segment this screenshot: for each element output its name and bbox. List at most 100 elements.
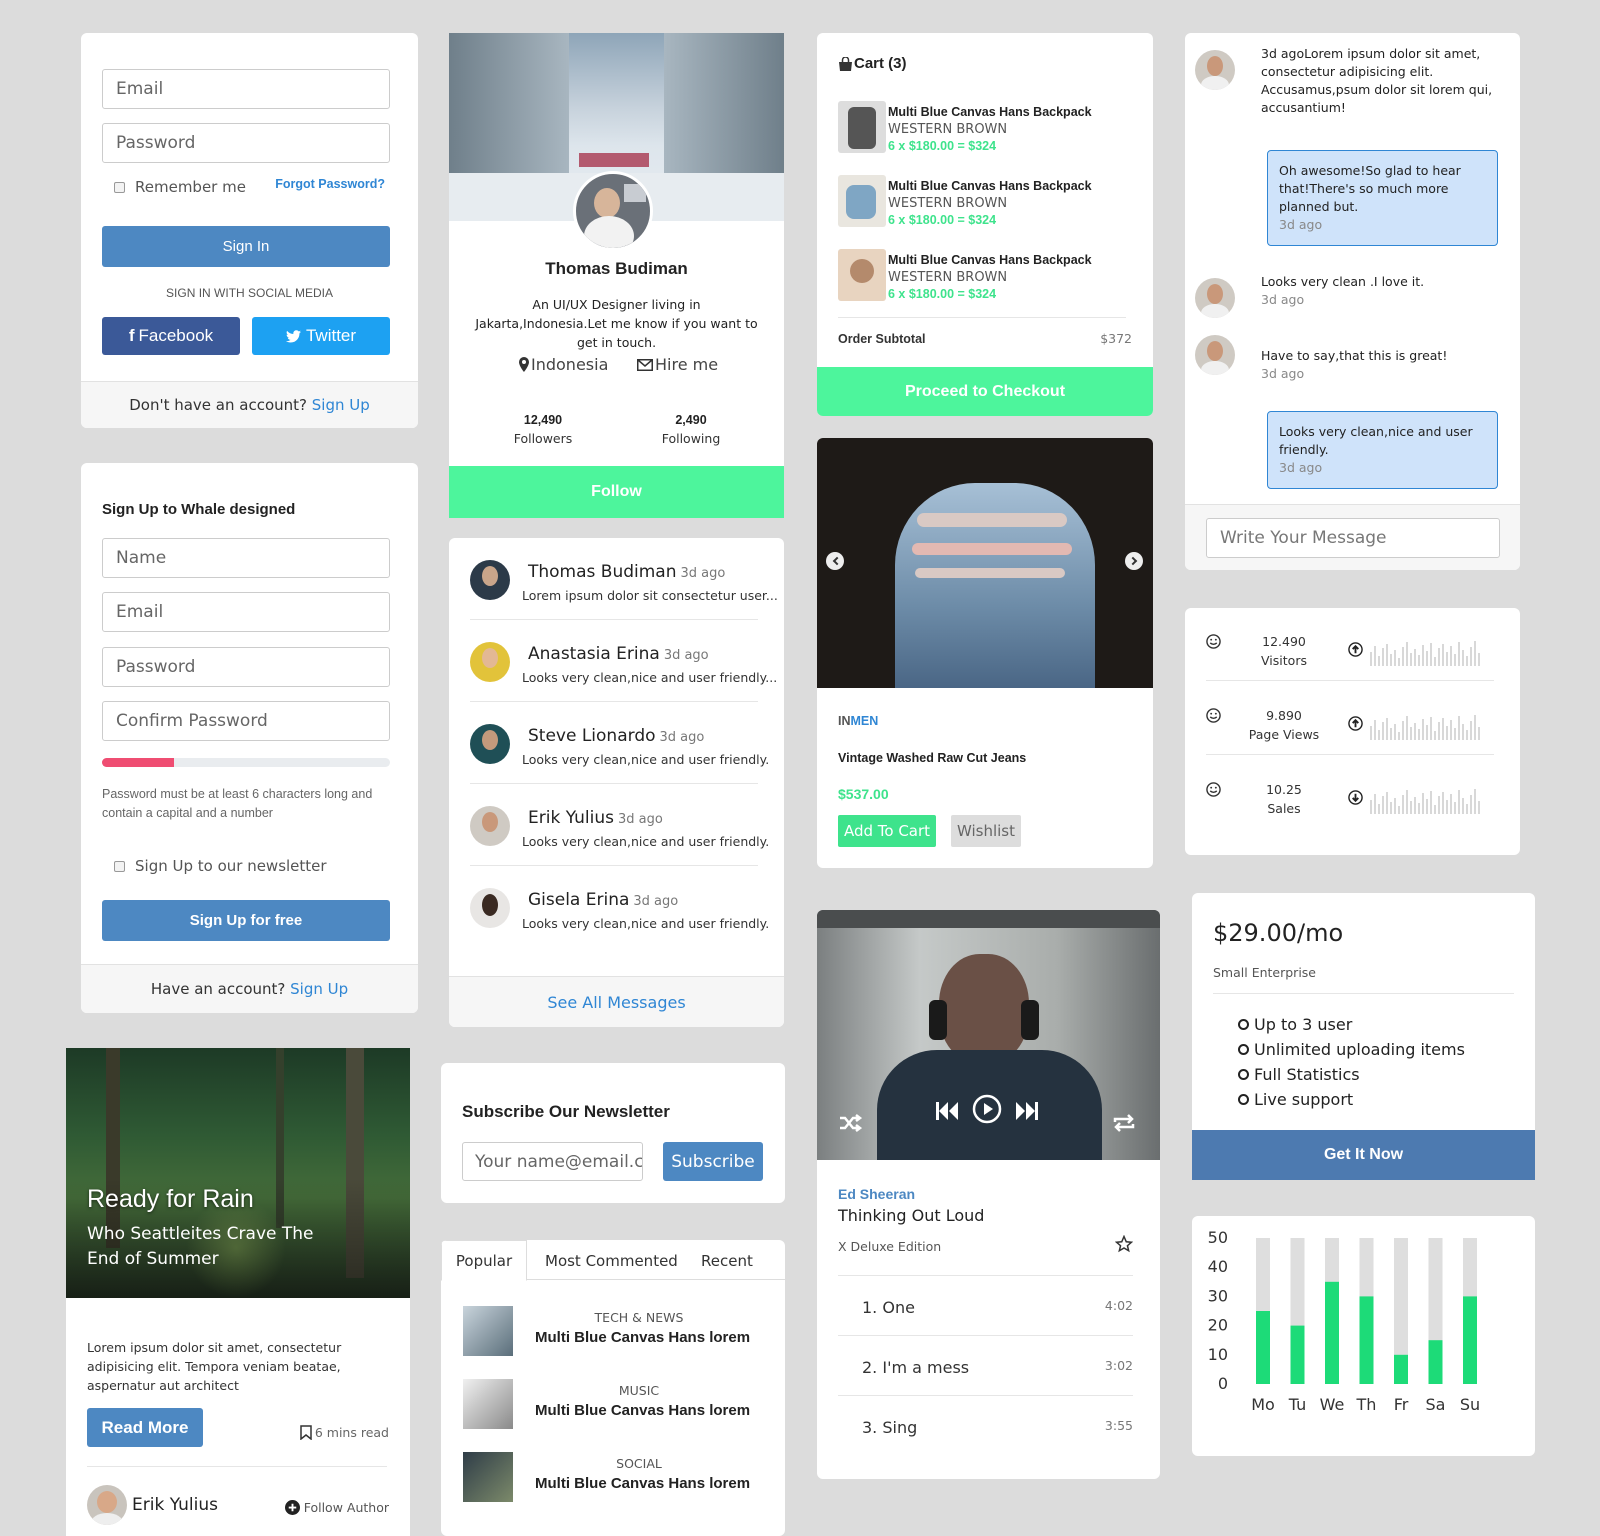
bar-mo (1256, 1311, 1270, 1384)
track-duration: 4:02 (1104, 1298, 1133, 1313)
repeat-button[interactable] (1112, 1114, 1136, 1132)
cart-item[interactable]: Multi Blue Canvas Hans Backpack WESTERN … (838, 175, 1126, 237)
newsletter-checkbox[interactable]: Sign Up to our newsletter (114, 857, 327, 875)
carousel-next-button[interactable] (1125, 552, 1143, 570)
forgot-password-link[interactable]: Forgot Password? (275, 177, 385, 191)
checkbox-box[interactable] (114, 860, 125, 872)
password-field[interactable]: Password (102, 123, 390, 163)
x-tick-label: Su (1460, 1395, 1480, 1414)
product-name: Vintage Washed Raw Cut Jeans (838, 751, 1027, 765)
plan-name: Small Enterprise (1213, 965, 1316, 980)
chat-bubble-sent: Looks very clean,nice and user friendly.… (1267, 411, 1498, 489)
avatar (470, 806, 510, 846)
message-input[interactable]: Write Your Message (1206, 518, 1500, 558)
message-time: 3d ago (618, 812, 663, 827)
bookmark-icon (300, 1425, 312, 1440)
checkout-button[interactable]: Proceed to Checkout (817, 367, 1153, 416)
tab-recent[interactable]: Recent (701, 1252, 753, 1270)
following-stat: 2,490 Following (661, 413, 721, 446)
y-tick-label: 30 (1208, 1286, 1228, 1305)
facebook-icon: f (128, 326, 135, 345)
tab-most-commented[interactable]: Most Commented (545, 1252, 678, 1270)
map-marker-icon (519, 357, 529, 372)
stats-card: 12.490 Visitors 9.890 Page Views 10.25 S… (1185, 608, 1520, 855)
stat-label: Visitors (1261, 653, 1307, 668)
chat-time: 3d ago (1279, 460, 1323, 475)
remember-me-checkbox[interactable]: Remember me (114, 178, 246, 196)
signup-submit-button[interactable]: Sign Up for free (102, 900, 390, 941)
cart-item[interactable]: Multi Blue Canvas Hans Backpack WESTERN … (838, 249, 1126, 311)
sign-up-link[interactable]: Sign Up (290, 980, 348, 998)
track-item[interactable]: 3. Sing 3:55 (838, 1396, 1133, 1456)
stat-row: 12.490 Visitors (1206, 608, 1494, 681)
email-field[interactable]: Email (102, 592, 390, 632)
message-item[interactable]: Steve Lionardo 3d ago Looks very clean,ni… (470, 702, 769, 784)
carousel-prev-button[interactable] (826, 552, 844, 570)
stat-value: 9.890 (1266, 708, 1302, 723)
subscribe-button[interactable]: Subscribe (663, 1142, 763, 1181)
post-thumbnail (463, 1452, 513, 1502)
follow-button[interactable]: Follow (449, 466, 784, 518)
chat-message: 3d agoLorem ipsum dolor sit amet, consec… (1261, 46, 1493, 115)
cart-item-price: 6 x $180.00 = $324 (888, 213, 997, 227)
newsletter-email-input[interactable]: Your name@email.co (462, 1142, 643, 1181)
x-tick-label: Mo (1251, 1395, 1275, 1414)
track-item[interactable]: 1. One 4:02 (838, 1276, 1133, 1336)
get-it-now-button[interactable]: Get It Now (1192, 1130, 1535, 1180)
see-all-messages-link[interactable]: See All Messages (547, 993, 685, 1012)
add-to-cart-button[interactable]: Add To Cart (838, 815, 936, 847)
next-button[interactable] (1015, 1100, 1039, 1122)
music-player-card: Ed Sheeran Thinking Out Loud X Deluxe Ed… (817, 910, 1160, 1479)
profile-avatar (573, 171, 653, 251)
post-title: Multi Blue Canvas Hans lorem (535, 1329, 751, 1346)
message-item[interactable]: Gisela Erina 3d ago Looks very clean,nice… (470, 866, 769, 948)
bar-fr (1394, 1354, 1408, 1384)
twitter-button[interactable]: Twitter (252, 317, 390, 355)
confirm-password-field[interactable]: Confirm Password (102, 701, 390, 741)
facebook-button[interactable]: f Facebook (102, 317, 240, 355)
profile-card: Thomas Budiman An UI/UX Designer living … (449, 33, 784, 518)
hire-me-link[interactable]: Hire me (637, 355, 718, 374)
post-item[interactable]: SOCIAL Multi Blue Canvas Hans lorem (463, 1448, 763, 1520)
name-field[interactable]: Name (102, 538, 390, 578)
cart-item[interactable]: Multi Blue Canvas Hans Backpack WESTERN … (838, 101, 1126, 163)
tab-popular[interactable]: Popular (441, 1240, 527, 1281)
followers-stat: 12,490 Followers (513, 413, 573, 446)
message-item[interactable]: Thomas Budiman 3d ago Lorem ipsum dolor s… (470, 538, 778, 620)
newsletter-title: Subscribe Our Newsletter (462, 1102, 670, 1121)
tab-bar: Popular Most Commented Recent (441, 1240, 785, 1281)
play-button[interactable] (972, 1094, 1002, 1124)
x-tick-label: Fr (1394, 1395, 1409, 1414)
avatar (470, 888, 510, 928)
shopping-bag-icon (839, 56, 852, 71)
email-field[interactable]: Email (102, 69, 390, 109)
message-time: 3d ago (680, 566, 726, 581)
chevron-left-icon (832, 556, 841, 566)
post-item[interactable]: MUSIC Multi Blue Canvas Hans lorem (463, 1375, 763, 1447)
star-icon (1114, 1234, 1134, 1253)
arrow-down-circle-icon (1348, 790, 1363, 805)
follow-author-link[interactable]: Follow Author (284, 1500, 389, 1515)
favorite-button[interactable] (1114, 1234, 1134, 1253)
x-tick-label: Tu (1288, 1395, 1306, 1414)
sign-up-link[interactable]: Sign Up (312, 396, 370, 414)
chat-message: Looks very clean .I love it. 3d ago (1261, 273, 1496, 309)
post-item[interactable]: TECH & NEWS Multi Blue Canvas Hans lorem (463, 1302, 763, 1374)
message-preview: Looks very clean,nice and user friendly.… (522, 670, 778, 685)
product-brand: INMEN (838, 714, 879, 728)
password-hint: Password must be at least 6 characters l… (102, 787, 373, 820)
wishlist-button[interactable]: Wishlist (951, 815, 1021, 847)
track-item[interactable]: 2. I'm a mess 3:02 (838, 1336, 1133, 1396)
cart-item-variant: WESTERN BROWN (888, 270, 1008, 285)
message-item[interactable]: Erik Yulius 3d ago Looks very clean,nice … (470, 784, 769, 866)
checkbox-box[interactable] (114, 181, 125, 193)
sign-in-button[interactable]: Sign In (102, 226, 390, 267)
message-item[interactable]: Anastasia Erina 3d ago Looks very clean,n… (470, 620, 777, 702)
read-more-button[interactable]: Read More (87, 1408, 203, 1447)
previous-button[interactable] (935, 1100, 959, 1122)
shuffle-button[interactable] (838, 1113, 863, 1133)
blog-title: Ready for Rain (87, 1185, 254, 1213)
signup-title: Sign Up to Whale designed (102, 501, 296, 518)
password-field[interactable]: Password (102, 647, 390, 687)
stat-row: 10.25 Sales (1206, 756, 1494, 829)
